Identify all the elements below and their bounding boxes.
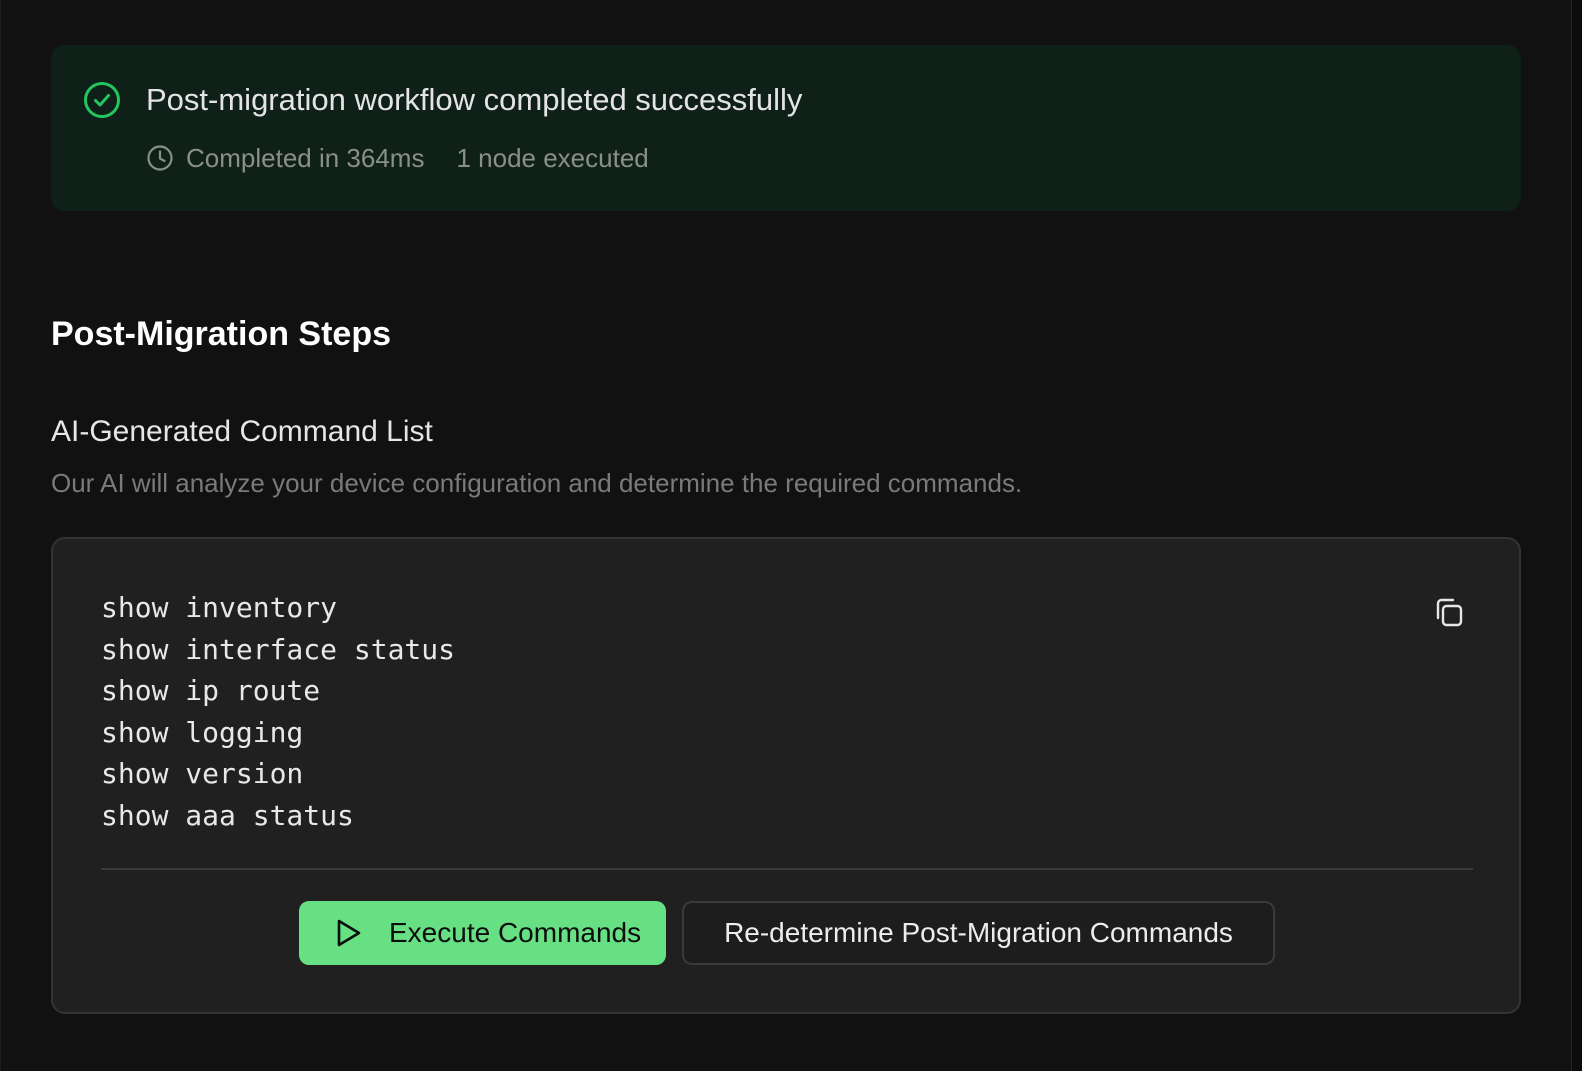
command-line: show aaa status [101,798,354,832]
command-list-description: Our AI will analyze your device configur… [51,468,1023,498]
play-icon [337,919,361,947]
section-title: Post-Migration Steps [51,315,392,353]
redetermine-commands-label: Re-determine Post-Migration Commands [724,917,1233,948]
main-panel: Post-migration workflow completed succes… [0,0,1572,1071]
command-line: show interface status [101,632,456,666]
command-line: show ip route [101,674,321,708]
banner-title: Post-migration workflow completed succes… [146,82,803,117]
clock-icon [147,145,173,171]
duration-text: Completed in 364ms [186,142,425,173]
check-circle-icon [84,82,120,118]
copy-button[interactable] [1429,593,1469,633]
command-list: show inventory show interface status sho… [101,587,455,837]
command-box: show inventory show interface status sho… [51,537,1521,1014]
execute-commands-button[interactable]: Execute Commands [299,901,666,965]
execute-commands-label: Execute Commands [389,917,642,948]
divider [101,868,1473,870]
banner-meta: Completed in 364ms 1 node executed [146,141,649,175]
command-line: show logging [101,715,304,749]
redetermine-commands-button[interactable]: Re-determine Post-Migration Commands [682,901,1275,965]
command-list-title: AI-Generated Command List [51,415,433,448]
success-banner: Post-migration workflow completed succes… [51,45,1521,211]
nodes-executed-text: 1 node executed [456,142,649,173]
command-line: show version [101,757,304,791]
command-line: show inventory [101,591,338,624]
copy-icon [1436,598,1463,627]
